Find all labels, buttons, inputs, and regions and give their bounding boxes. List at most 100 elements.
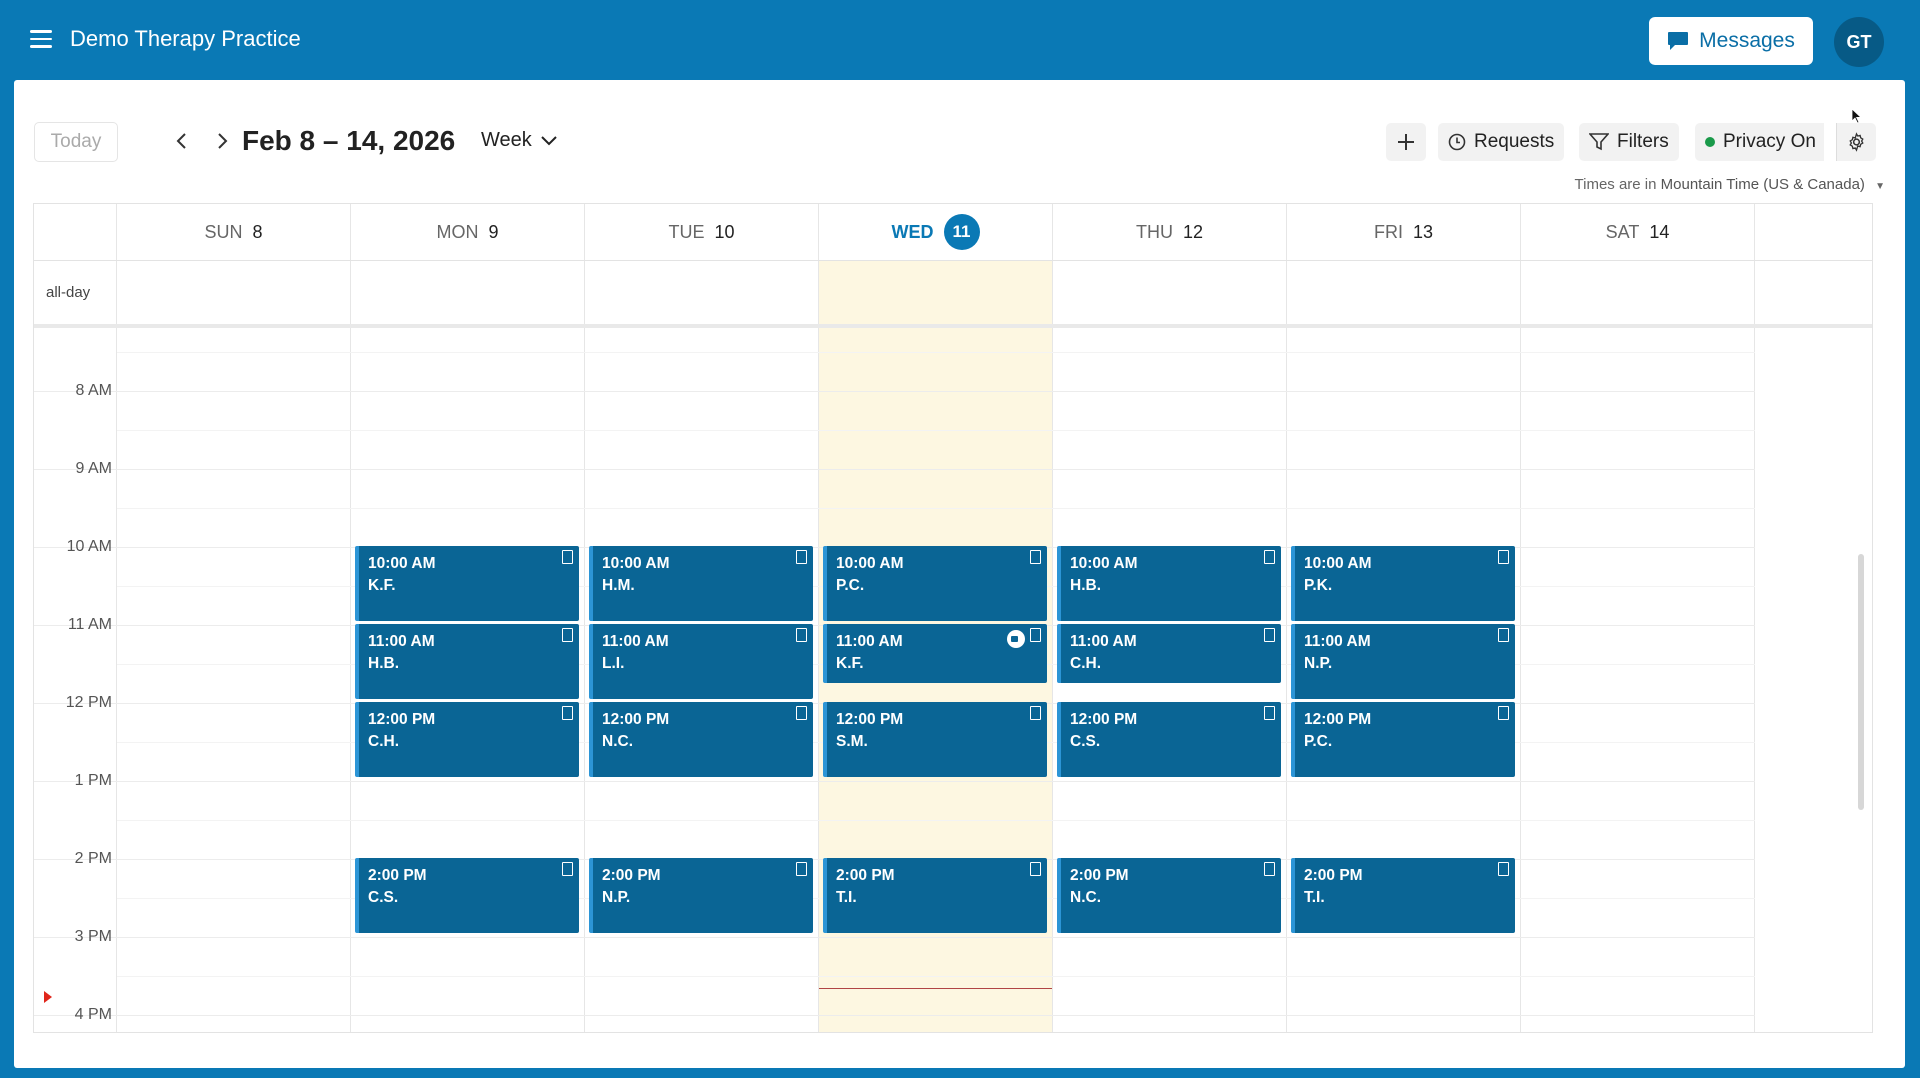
view-select[interactable]: Week bbox=[481, 129, 558, 152]
event-time: 10:00 AM bbox=[602, 555, 670, 572]
time-gridline bbox=[34, 1015, 1755, 1016]
note-document-icon[interactable] bbox=[562, 862, 573, 876]
event-client-initials: N.C. bbox=[602, 733, 633, 750]
current-time-line bbox=[819, 988, 1052, 990]
event-time: 12:00 PM bbox=[1070, 711, 1138, 728]
note-document-icon[interactable] bbox=[796, 706, 807, 720]
video-call-icon[interactable] bbox=[1007, 630, 1025, 648]
note-document-icon[interactable] bbox=[1498, 862, 1509, 876]
appointment-event[interactable]: 10:00 AM H.B. bbox=[1057, 546, 1281, 621]
note-document-icon[interactable] bbox=[1498, 628, 1509, 642]
day-header-sat[interactable]: SAT 14 bbox=[1521, 204, 1755, 260]
day-header-mon[interactable]: MON 9 bbox=[351, 204, 585, 260]
chevron-right-icon[interactable] bbox=[212, 130, 232, 152]
event-time: 2:00 PM bbox=[836, 867, 895, 884]
appointment-event[interactable]: 10:00 AM H.M. bbox=[589, 546, 813, 621]
appointment-event[interactable]: 11:00 AM L.I. bbox=[589, 624, 813, 699]
appointment-event[interactable]: 10:00 AM K.F. bbox=[355, 546, 579, 621]
today-button[interactable]: Today bbox=[34, 122, 118, 162]
event-time: 12:00 PM bbox=[368, 711, 436, 728]
plus-icon bbox=[1398, 134, 1414, 150]
day-name: SAT bbox=[1605, 221, 1640, 242]
appointment-event[interactable]: 12:00 PM P.C. bbox=[1291, 702, 1515, 777]
note-document-icon[interactable] bbox=[796, 550, 807, 564]
appointment-event[interactable]: 12:00 PM C.H. bbox=[355, 702, 579, 777]
appointment-event[interactable]: 2:00 PM N.C. bbox=[1057, 858, 1281, 933]
note-document-icon[interactable] bbox=[1030, 706, 1041, 720]
appointment-event[interactable]: 12:00 PM C.S. bbox=[1057, 702, 1281, 777]
column-divider bbox=[1754, 204, 1755, 1032]
note-document-icon[interactable] bbox=[1264, 628, 1275, 642]
filters-label: Filters bbox=[1617, 131, 1669, 152]
appointment-event[interactable]: 2:00 PM N.P. bbox=[589, 858, 813, 933]
day-header-tue[interactable]: TUE 10 bbox=[585, 204, 819, 260]
filters-button[interactable]: Filters bbox=[1579, 123, 1679, 161]
appointment-event[interactable]: 2:00 PM T.I. bbox=[823, 858, 1047, 933]
appointment-event[interactable]: 10:00 AM P.K. bbox=[1291, 546, 1515, 621]
note-document-icon[interactable] bbox=[562, 550, 573, 564]
settings-button[interactable] bbox=[1836, 123, 1876, 161]
gutter-divider bbox=[116, 204, 117, 1032]
calendar-scrollbar[interactable] bbox=[1858, 554, 1864, 810]
messages-button[interactable]: Messages bbox=[1649, 17, 1813, 65]
day-header-wed[interactable]: WED 11 bbox=[819, 204, 1053, 260]
note-document-icon[interactable] bbox=[796, 862, 807, 876]
appointment-event[interactable]: 12:00 PM S.M. bbox=[823, 702, 1047, 777]
requests-button[interactable]: Requests bbox=[1438, 123, 1565, 161]
filter-icon bbox=[1589, 133, 1609, 151]
time-gridline bbox=[34, 391, 1755, 392]
note-document-icon[interactable] bbox=[1264, 550, 1275, 564]
timezone-value: Mountain Time (US & Canada) bbox=[1660, 176, 1865, 193]
note-document-icon[interactable] bbox=[1498, 706, 1509, 720]
privacy-status-dot-icon bbox=[1705, 137, 1715, 147]
note-document-icon[interactable] bbox=[1498, 550, 1509, 564]
event-client-initials: C.S. bbox=[1070, 733, 1101, 750]
privacy-toggle[interactable]: Privacy On bbox=[1695, 123, 1824, 161]
event-time: 12:00 PM bbox=[836, 711, 904, 728]
note-document-icon[interactable] bbox=[1030, 862, 1041, 876]
time-label: 9 AM bbox=[75, 460, 112, 477]
time-label: 12 PM bbox=[65, 694, 112, 711]
day-name: WED bbox=[891, 221, 934, 242]
note-document-icon[interactable] bbox=[1030, 628, 1041, 642]
note-document-icon[interactable] bbox=[796, 628, 807, 642]
event-client-initials: C.H. bbox=[1070, 655, 1101, 672]
note-document-icon[interactable] bbox=[1264, 706, 1275, 720]
event-client-initials: K.F. bbox=[368, 577, 396, 594]
day-header-thu[interactable]: THU 12 bbox=[1053, 204, 1287, 260]
time-label: 8 AM bbox=[75, 382, 112, 399]
day-header-fri[interactable]: FRI 13 bbox=[1287, 204, 1521, 260]
allday-label: all-day bbox=[46, 284, 91, 301]
note-document-icon[interactable] bbox=[562, 706, 573, 720]
note-document-icon[interactable] bbox=[1264, 862, 1275, 876]
add-button[interactable] bbox=[1386, 123, 1426, 161]
note-document-icon[interactable] bbox=[562, 628, 573, 642]
time-label: 3 PM bbox=[74, 928, 112, 945]
hamburger-menu-icon[interactable] bbox=[30, 30, 52, 48]
event-time: 12:00 PM bbox=[1304, 711, 1372, 728]
note-document-icon[interactable] bbox=[1030, 550, 1041, 564]
day-number: 14 bbox=[1649, 221, 1670, 242]
timezone-selector[interactable]: Times are in Mountain Time (US & Canada)… bbox=[1575, 176, 1885, 193]
appointment-event[interactable]: 11:00 AM H.B. bbox=[355, 624, 579, 699]
appointment-event[interactable]: 11:00 AM K.F. bbox=[823, 624, 1047, 683]
appointment-event[interactable]: 2:00 PM T.I. bbox=[1291, 858, 1515, 933]
event-client-initials: S.M. bbox=[836, 733, 868, 750]
appointment-event[interactable]: 11:00 AM N.P. bbox=[1291, 624, 1515, 699]
appointment-event[interactable]: 10:00 AM P.C. bbox=[823, 546, 1047, 621]
day-number: 11 bbox=[943, 214, 980, 250]
event-time: 10:00 AM bbox=[836, 555, 904, 572]
appointment-event[interactable]: 11:00 AM C.H. bbox=[1057, 624, 1281, 683]
column-divider bbox=[1052, 204, 1053, 1032]
column-divider bbox=[350, 204, 351, 1032]
appointment-event[interactable]: 2:00 PM C.S. bbox=[355, 858, 579, 933]
avatar[interactable]: GT bbox=[1834, 17, 1884, 67]
event-client-initials: P.C. bbox=[836, 577, 865, 594]
chevron-left-icon[interactable] bbox=[172, 130, 192, 152]
event-client-initials: C.S. bbox=[368, 889, 399, 906]
current-time-marker-icon bbox=[44, 991, 52, 1004]
day-name: SUN bbox=[204, 221, 243, 242]
appointment-event[interactable]: 12:00 PM N.C. bbox=[589, 702, 813, 777]
day-header-sun[interactable]: SUN 8 bbox=[117, 204, 351, 260]
event-client-initials: P.K. bbox=[1304, 577, 1333, 594]
